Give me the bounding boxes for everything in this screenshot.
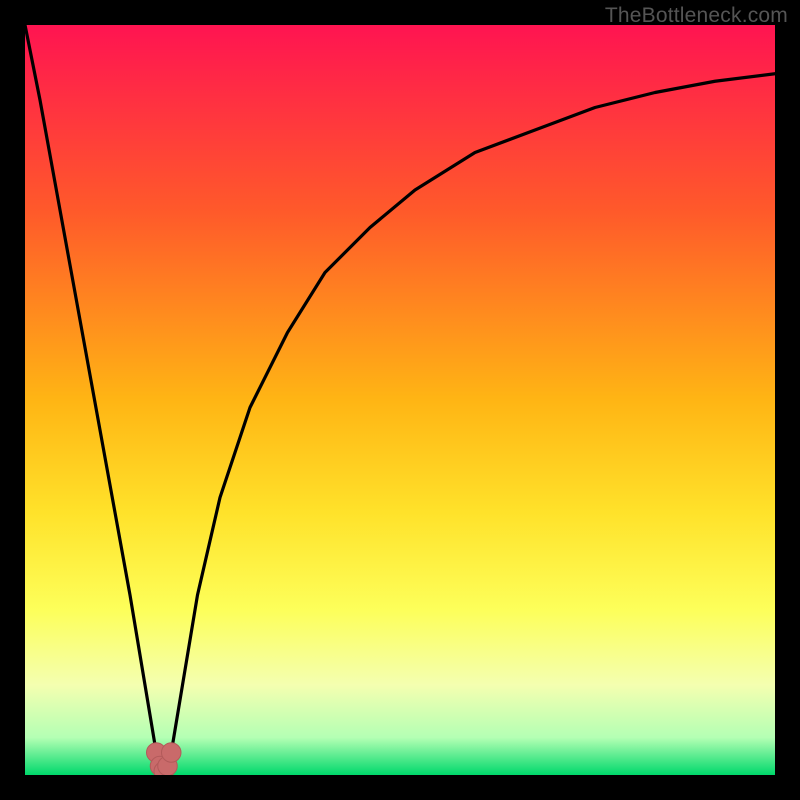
curve-marker bbox=[162, 743, 182, 763]
gradient-background bbox=[25, 25, 775, 775]
watermark-text: TheBottleneck.com bbox=[605, 4, 788, 28]
chart-frame: TheBottleneck.com bbox=[0, 0, 800, 800]
plot-area bbox=[25, 25, 775, 775]
bottleneck-chart-svg bbox=[25, 25, 775, 775]
curve-markers bbox=[147, 743, 182, 775]
